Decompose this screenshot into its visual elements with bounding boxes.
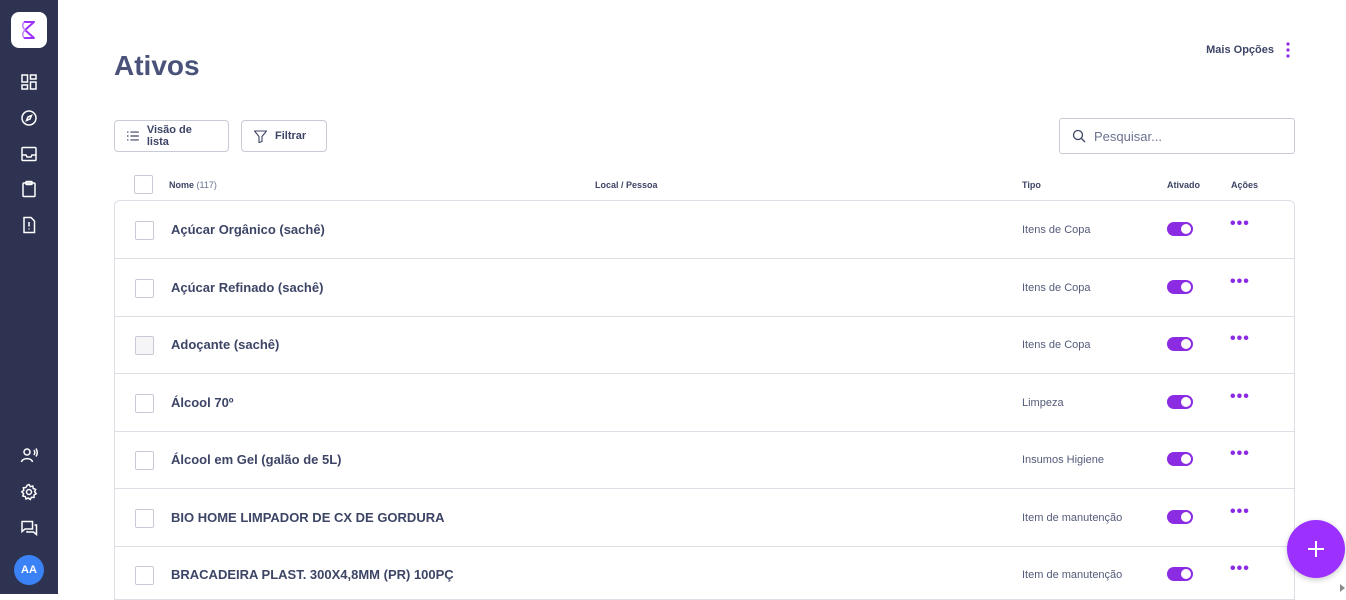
add-asset-button[interactable] — [1287, 520, 1345, 578]
row-checkbox[interactable] — [135, 221, 154, 240]
row-checkbox[interactable] — [135, 566, 154, 585]
search-input[interactable] — [1094, 128, 1274, 144]
column-name[interactable]: Nome (117) — [169, 180, 217, 190]
inbox-icon[interactable] — [17, 142, 41, 166]
row-actions-button[interactable]: ••• — [1230, 330, 1250, 348]
row-actions-button[interactable]: ••• — [1230, 560, 1250, 578]
row-name[interactable]: BRACADEIRA PLAST. 300X4,8MM (PR) 100PÇ — [171, 567, 454, 582]
row-actions-button[interactable]: ••• — [1230, 388, 1250, 406]
table-body: Açúcar Orgânico (sachê) Itens de Copa ••… — [114, 200, 1295, 600]
clipboard-icon[interactable] — [17, 177, 41, 201]
table-row[interactable]: Açúcar Refinado (sachê) Itens de Copa ••… — [115, 259, 1294, 317]
row-checkbox[interactable] — [135, 451, 154, 470]
table-row[interactable]: BIO HOME LIMPADOR DE CX DE GORDURA Item … — [115, 489, 1294, 547]
avatar[interactable]: AA — [14, 555, 44, 585]
search-box[interactable] — [1059, 118, 1295, 154]
item-count: (117) — [196, 180, 217, 190]
chat-icon[interactable] — [17, 516, 41, 540]
row-type: Item de manutenção — [1022, 569, 1123, 581]
active-toggle[interactable] — [1167, 222, 1193, 236]
list-view-button[interactable]: Visão de lista — [114, 120, 229, 152]
report-icon[interactable] — [17, 213, 41, 237]
row-actions-button[interactable]: ••• — [1230, 215, 1250, 233]
list-view-label: Visão de lista — [146, 124, 192, 148]
row-checkbox[interactable] — [135, 394, 154, 413]
compass-icon[interactable] — [17, 106, 41, 130]
app-logo[interactable] — [11, 12, 47, 48]
row-name[interactable]: Açúcar Refinado (sachê) — [171, 280, 323, 295]
select-all-checkbox[interactable] — [134, 175, 153, 194]
main-content: Ativos Mais Opções Visão de lista Filtra… — [58, 0, 1346, 600]
row-type: Item de manutenção — [1022, 512, 1123, 524]
table-row[interactable]: BRACADEIRA PLAST. 300X4,8MM (PR) 100PÇ I… — [115, 546, 1294, 599]
filter-icon — [254, 129, 267, 143]
row-actions-button[interactable]: ••• — [1230, 273, 1250, 291]
more-options-button[interactable]: Mais Opções — [1206, 42, 1290, 58]
row-type: Itens de Copa — [1022, 282, 1091, 294]
row-type: Limpeza — [1022, 397, 1064, 409]
scroll-right-arrow-icon[interactable] — [1340, 584, 1345, 592]
users-icon[interactable] — [17, 443, 41, 467]
row-checkbox[interactable] — [135, 336, 154, 355]
active-toggle[interactable] — [1167, 452, 1193, 466]
plus-icon — [1308, 541, 1324, 557]
filter-button[interactable]: Filtrar — [241, 120, 327, 152]
column-type[interactable]: Tipo — [1022, 180, 1041, 190]
dashboard-icon[interactable] — [17, 70, 41, 94]
filter-label: Filtrar — [275, 130, 307, 142]
page-title: Ativos — [114, 50, 200, 81]
active-toggle[interactable] — [1167, 567, 1193, 581]
search-icon — [1072, 129, 1086, 143]
more-options-label: Mais Opções — [1206, 44, 1274, 56]
row-name[interactable]: BIO HOME LIMPADOR DE CX DE GORDURA — [171, 510, 445, 525]
logo-icon — [21, 21, 35, 39]
row-name[interactable]: Álcool 70º — [171, 395, 234, 410]
table-row[interactable]: Adoçante (sachê) Itens de Copa ••• — [115, 316, 1294, 374]
row-actions-button[interactable]: ••• — [1230, 503, 1250, 521]
gear-icon[interactable] — [17, 480, 41, 504]
active-toggle[interactable] — [1167, 337, 1193, 351]
active-toggle[interactable] — [1167, 395, 1193, 409]
row-checkbox[interactable] — [135, 279, 154, 298]
active-toggle[interactable] — [1167, 280, 1193, 294]
column-name-label: Nome — [169, 180, 195, 190]
row-type: Itens de Copa — [1022, 224, 1091, 236]
table-row[interactable]: Álcool em Gel (galão de 5L) Insumos Higi… — [115, 431, 1294, 489]
column-actions: Ações — [1231, 180, 1259, 190]
sidebar: AA — [0, 0, 58, 594]
active-toggle[interactable] — [1167, 510, 1193, 524]
table-row[interactable]: Álcool 70º Limpeza ••• — [115, 374, 1294, 432]
row-name[interactable]: Adoçante (sachê) — [171, 337, 279, 352]
row-checkbox[interactable] — [135, 509, 154, 528]
table-row[interactable]: Açúcar Orgânico (sachê) Itens de Copa ••… — [115, 201, 1294, 259]
row-actions-button[interactable]: ••• — [1230, 445, 1250, 463]
vertical-dots-icon — [1286, 42, 1290, 58]
column-active[interactable]: Ativado — [1167, 180, 1200, 190]
row-name[interactable]: Açúcar Orgânico (sachê) — [171, 222, 325, 237]
list-icon — [127, 131, 139, 141]
row-type: Itens de Copa — [1022, 339, 1091, 351]
column-location[interactable]: Local / Pessoa — [595, 180, 658, 190]
row-type: Insumos Higiene — [1022, 454, 1104, 466]
table-header: Nome (117) Local / Pessoa Tipo Ativado A… — [114, 174, 1295, 196]
row-name[interactable]: Álcool em Gel (galão de 5L) — [171, 452, 341, 467]
